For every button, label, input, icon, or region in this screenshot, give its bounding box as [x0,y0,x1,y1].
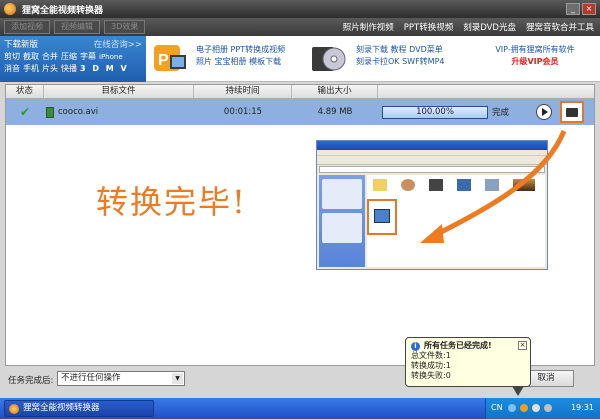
balloon-tail [512,386,524,396]
task-table: 状态 目标文件 持续时间 输出大小 ✔ cooco.avi 00:01:15 4… [5,84,595,366]
feature-link[interactable]: iPhone [99,53,123,61]
feature-link[interactable]: 快播 [61,64,77,73]
column-header-file[interactable]: 目标文件 [44,85,194,98]
3d-effect-button[interactable]: 3D效果 [104,20,146,34]
ppt-link-line[interactable]: 电子相册 PPT转换成视频 [196,44,285,56]
dvd-link-line[interactable]: 刻录下载 教程 DVD菜单 [356,44,445,56]
app-tray-icon[interactable] [520,404,528,412]
duration-cell: 00:01:15 [223,107,263,117]
output-file-icon [374,209,390,223]
progress-text: 100.00% [416,106,454,117]
folder-thumb-icon [373,179,387,191]
file-cell: cooco.avi [44,106,194,118]
taskbar-app-label: 狸窝全能视频转换器 [23,403,100,413]
check-icon: ✔ [19,105,31,119]
folder-icon [566,107,578,117]
photo-to-video-link[interactable]: 照片制作视频 [343,21,394,33]
window-title: 狸窝全能视频转换器 [22,5,104,16]
dvd-icon[interactable] [310,41,346,77]
feature-link[interactable]: 消音 [4,64,20,73]
tray-icon[interactable] [532,404,540,412]
done-message: 转换完毕! [96,183,247,221]
toolbar: 添加视频 视频编辑 3D效果 照片制作视频 PPT转换视频 刻录DVD光盘 狸窝… [0,18,600,36]
app-logo-icon [9,404,19,414]
download-panel[interactable]: 下载新版 在线咨询>> 剪切 截取 合并 压缩 字幕 iPhone 消音 手机 片头 快播 3 D… [0,36,146,82]
after-complete-select[interactable]: 不进行任何操作 ▼ [57,371,185,386]
volume-icon[interactable] [544,404,552,412]
dvd-link-line[interactable]: 刻录卡拉OK SWF转MP4 [356,56,445,68]
close-icon[interactable]: × [582,3,596,15]
progress-bar: 100.00% [382,105,488,119]
online-consult-link[interactable]: 在线咨询>> [94,38,142,50]
back-arrow-icon[interactable] [508,404,516,412]
upgrade-vip-link[interactable]: 升级VIP会员 [480,56,590,68]
top-links: 照片制作视频 PPT转换视频 刻录DVD光盘 狸窝音软合并工具 [343,18,594,36]
column-header-duration[interactable]: 持续时间 [194,85,292,98]
system-tray: CN 19:31 [485,398,600,419]
table-row[interactable]: ✔ cooco.avi 00:01:15 4.89 MB 100.00% 完成 [6,99,594,125]
edit-video-button[interactable]: 视频编辑 [54,20,100,34]
feature-link[interactable]: 3 D M V [80,64,129,73]
play-icon[interactable] [536,104,552,120]
progress-cell: 100.00% [378,105,488,119]
balloon-failed: 转换失败:0 [411,371,451,380]
svg-text:P: P [158,52,169,69]
download-new-link[interactable]: 下载新版 [4,38,38,50]
open-folder-button[interactable] [560,101,584,123]
task-status: 完成 [492,108,510,118]
video-file-icon [46,106,54,118]
app-logo-icon [4,3,16,15]
balloon-success: 转换成功:1 [411,361,451,370]
minimize-icon[interactable]: _ [566,3,580,15]
feature-link[interactable]: 压缩 [61,52,77,61]
selected-file-highlight [367,199,397,235]
column-header-status[interactable]: 状态 [6,85,44,98]
window-controls: _ × [566,3,596,15]
dvd-links: 刻录下载 教程 DVD菜单 刻录卡拉OK SWF转MP4 [356,44,445,68]
feature-link[interactable]: 剪切 [4,52,20,61]
feature-link[interactable]: 合并 [42,52,58,61]
mini-sidebar [319,175,365,267]
add-video-button[interactable]: 添加视频 [4,20,50,34]
ppt-link-line[interactable]: 照片 宝宝相册 模板下载 [196,56,285,68]
feature-link[interactable]: 片头 [42,64,58,73]
arrow-icon [420,130,567,243]
table-header: 状态 目标文件 持续时间 输出大小 [6,85,594,99]
promo-banner: 下载新版 在线咨询>> 剪切 截取 合并 压缩 字幕 iPhone 消音 手机 片头 快播 3 D… [0,36,600,82]
close-icon[interactable]: × [518,341,527,350]
title-bar: 狸窝全能视频转换器 _ × [0,0,600,18]
after-complete-value: 不进行任何操作 [61,373,121,383]
column-header-blank [378,85,594,98]
balloon-total: 总文件数:1 [411,351,451,360]
burn-dvd-link[interactable]: 刻录DVD光盘 [463,21,516,33]
ppt-to-video-link[interactable]: PPT转换视频 [404,21,453,33]
taskbar: 狸窝全能视频转换器 CN 19:31 [0,398,600,419]
column-header-size[interactable]: 输出大小 [292,85,378,98]
status-cell: ✔ [6,105,44,119]
audio-merge-link[interactable]: 狸窝音软合并工具 [526,21,594,33]
feature-link[interactable]: 手机 [23,64,39,73]
balloon-title: 所有任务已经完成! [424,341,492,350]
clock[interactable]: 19:31 [571,403,594,412]
feature-link[interactable]: 截取 [23,52,39,61]
taskbar-app-button[interactable]: 狸窝全能视频转换器 [4,400,154,417]
after-complete-label: 任务完成后: [8,376,54,386]
feature-link[interactable]: 字幕 [80,52,96,61]
language-indicator[interactable]: CN [491,403,503,412]
chevron-down-icon[interactable]: ▼ [172,373,183,384]
file-name: cooco.avi [58,107,99,117]
info-icon: i [411,341,420,351]
vip-links: VIP-拥有狸窝所有软件 升级VIP会员 [480,44,590,68]
ppt-icon[interactable]: P [152,41,188,77]
size-cell: 4.89 MB [317,107,353,117]
row-actions [536,101,594,123]
notification-balloon[interactable]: i 所有任务已经完成! × 总文件数:1 转换成功:1 转换失败:0 [405,337,531,387]
ppt-links: 电子相册 PPT转换成视频 照片 宝宝相册 模板下载 [196,44,285,68]
vip-link[interactable]: VIP-拥有狸窝所有软件 [480,44,590,56]
